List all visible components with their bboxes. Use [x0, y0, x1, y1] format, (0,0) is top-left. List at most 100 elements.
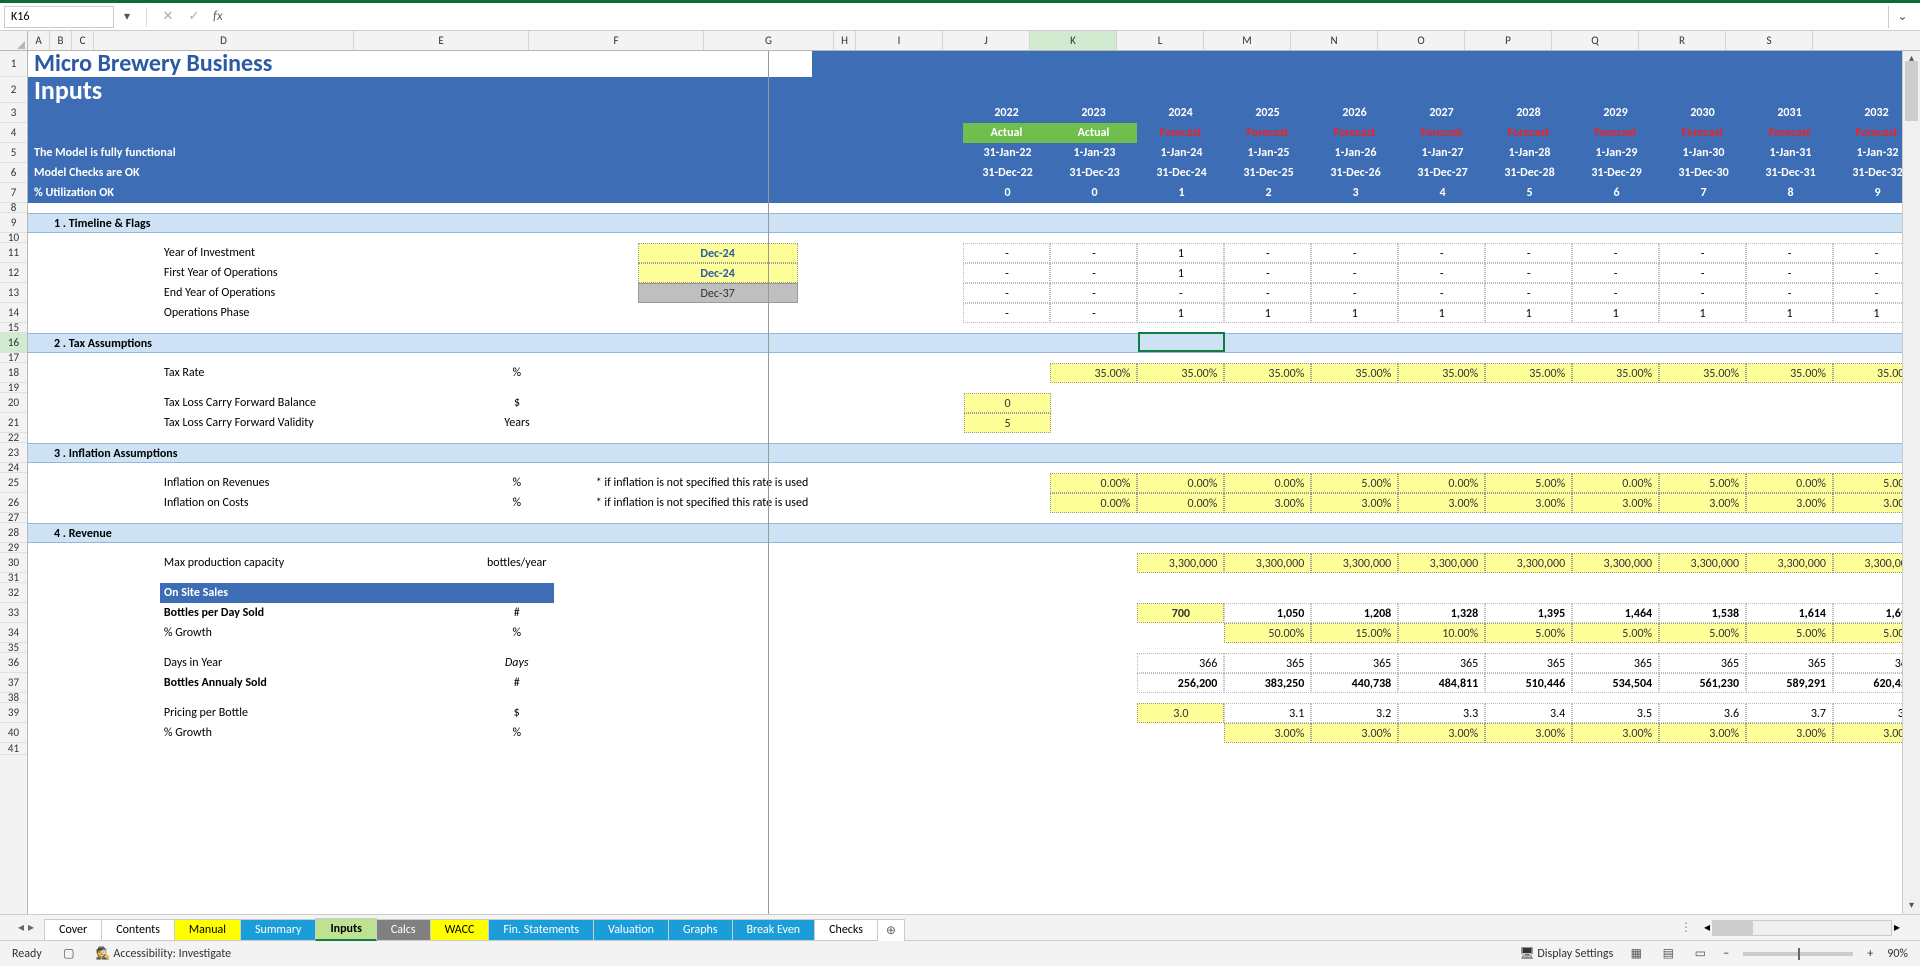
row-header[interactable]: 7 — [0, 183, 27, 203]
data-cell[interactable]: - — [1659, 283, 1746, 303]
row-header[interactable]: 10 — [0, 233, 27, 243]
fx-icon[interactable]: fx — [213, 9, 223, 24]
page-layout-view-icon[interactable]: ▤ — [1659, 945, 1677, 963]
data-cell[interactable]: 3,300,000 — [1224, 553, 1311, 573]
data-cell[interactable]: 1 — [1137, 303, 1224, 323]
col-header[interactable]: P — [1465, 31, 1552, 50]
data-cell[interactable]: 10.00% — [1398, 623, 1485, 643]
data-cell[interactable]: 1 — [1137, 243, 1224, 263]
row-header[interactable]: 35 — [0, 643, 27, 653]
data-cell[interactable] — [1050, 653, 1137, 673]
data-cell[interactable]: 35.00% — [1659, 363, 1746, 383]
scroll-down-icon[interactable]: ▾ — [1903, 898, 1920, 914]
data-cell[interactable]: 0.00% — [1224, 473, 1311, 493]
data-cell[interactable]: - — [1050, 263, 1137, 283]
data-cell[interactable]: - — [1572, 283, 1659, 303]
data-cell[interactable] — [963, 673, 1050, 693]
col-header[interactable]: C — [72, 31, 94, 50]
row-header[interactable]: 9 — [0, 213, 27, 233]
col-header[interactable]: S — [1726, 31, 1813, 50]
data-cell[interactable]: 1,614 — [1746, 603, 1833, 623]
data-cell[interactable]: 35.00% — [1398, 363, 1485, 383]
row-header[interactable]: 34 — [0, 623, 27, 643]
tab-valuation[interactable]: Valuation — [593, 919, 669, 940]
data-cell[interactable] — [963, 703, 1050, 723]
input-cell[interactable]: Dec-24 — [638, 243, 798, 263]
data-cell[interactable]: 440,738 — [1311, 673, 1398, 693]
input-cell[interactable] — [638, 303, 798, 323]
data-cell[interactable]: 3.00% — [1398, 723, 1485, 743]
data-cell[interactable]: 0.00% — [1137, 493, 1224, 513]
data-cell[interactable]: - — [1050, 243, 1137, 263]
input-cell[interactable]: 5 — [964, 413, 1051, 433]
display-settings-button[interactable]: 🖥 Display Settings — [1519, 946, 1613, 961]
data-cell[interactable] — [963, 603, 1050, 623]
data-cell[interactable]: 1 — [1572, 303, 1659, 323]
data-cell[interactable]: 1 — [1398, 303, 1485, 323]
data-cell[interactable]: 0.00% — [1050, 473, 1137, 493]
row-header[interactable]: 1 — [0, 51, 27, 77]
data-cell[interactable] — [1050, 723, 1137, 743]
row-header[interactable]: 27 — [0, 513, 27, 523]
data-cell[interactable]: 366 — [1137, 653, 1224, 673]
data-cell[interactable]: 1 — [1137, 263, 1224, 283]
data-cell[interactable]: - — [1659, 243, 1746, 263]
data-cell[interactable]: 0.00% — [1746, 473, 1833, 493]
data-cell[interactable]: 35.00% — [1485, 363, 1572, 383]
col-header[interactable]: K — [1030, 31, 1117, 50]
data-cell[interactable]: - — [1746, 263, 1833, 283]
data-cell[interactable]: 35.00% — [1050, 363, 1137, 383]
data-cell[interactable] — [1050, 673, 1137, 693]
data-cell[interactable]: 5.00% — [1311, 473, 1398, 493]
row-header[interactable]: 6 — [0, 163, 27, 183]
data-cell[interactable]: - — [1398, 243, 1485, 263]
row-header[interactable]: 25 — [0, 473, 27, 493]
data-cell[interactable]: 534,504 — [1572, 673, 1659, 693]
data-cell[interactable]: - — [1746, 243, 1833, 263]
col-header[interactable]: F — [529, 31, 704, 50]
accessibility-status[interactable]: 🕵 Accessibility: Investigate — [96, 946, 231, 961]
tab-nav-last-icon[interactable]: ▸ — [28, 920, 34, 935]
data-cell[interactable]: 3.5 — [1572, 703, 1659, 723]
data-cell[interactable]: - — [1311, 283, 1398, 303]
data-cell[interactable]: 3.00% — [1659, 723, 1746, 743]
data-cell[interactable]: 3.00% — [1398, 493, 1485, 513]
data-cell[interactable] — [1050, 623, 1137, 643]
data-cell[interactable]: 50.00% — [1224, 623, 1311, 643]
data-cell[interactable]: - — [1224, 283, 1311, 303]
data-cell[interactable]: 35.00% — [1746, 363, 1833, 383]
data-cell[interactable]: 5.00% — [1572, 623, 1659, 643]
enter-icon[interactable]: ✓ — [183, 9, 205, 24]
data-cell[interactable]: 1 — [1746, 303, 1833, 323]
data-cell[interactable]: 35.00% — [1137, 363, 1224, 383]
row-header[interactable]: 14 — [0, 303, 27, 323]
data-cell[interactable]: 35.00% — [1224, 363, 1311, 383]
col-header[interactable]: A — [28, 31, 50, 50]
data-cell[interactable]: 3.4 — [1485, 703, 1572, 723]
normal-view-icon[interactable]: ▦ — [1627, 945, 1645, 963]
data-cell[interactable] — [963, 493, 1050, 513]
data-cell[interactable] — [1050, 603, 1137, 623]
data-cell[interactable]: 484,811 — [1398, 673, 1485, 693]
data-cell[interactable]: 3.00% — [1572, 493, 1659, 513]
data-cell[interactable] — [963, 553, 1050, 573]
data-cell[interactable]: 35.00% — [1311, 363, 1398, 383]
row-header[interactable]: 26 — [0, 493, 27, 513]
row-header[interactable]: 28 — [0, 523, 27, 543]
tab-contents[interactable]: Contents — [101, 919, 175, 940]
data-cell[interactable]: - — [1224, 263, 1311, 283]
data-cell[interactable]: 3,300,000 — [1746, 553, 1833, 573]
data-cell[interactable]: 3,300,000 — [1137, 553, 1224, 573]
tab-cover[interactable]: Cover — [44, 919, 102, 940]
data-cell[interactable]: - — [1572, 263, 1659, 283]
input-cell[interactable]: Dec-24 — [638, 263, 798, 283]
row-header[interactable]: 16 — [0, 333, 27, 353]
data-cell[interactable]: - — [963, 263, 1050, 283]
data-cell[interactable] — [963, 723, 1050, 743]
data-cell[interactable]: 365 — [1572, 653, 1659, 673]
tab-fin-statements[interactable]: Fin. Statements — [488, 919, 594, 940]
row-header[interactable]: 15 — [0, 323, 27, 333]
data-cell[interactable]: 3.00% — [1659, 493, 1746, 513]
data-cell[interactable]: - — [1485, 243, 1572, 263]
data-cell[interactable]: 700 — [1137, 603, 1224, 623]
